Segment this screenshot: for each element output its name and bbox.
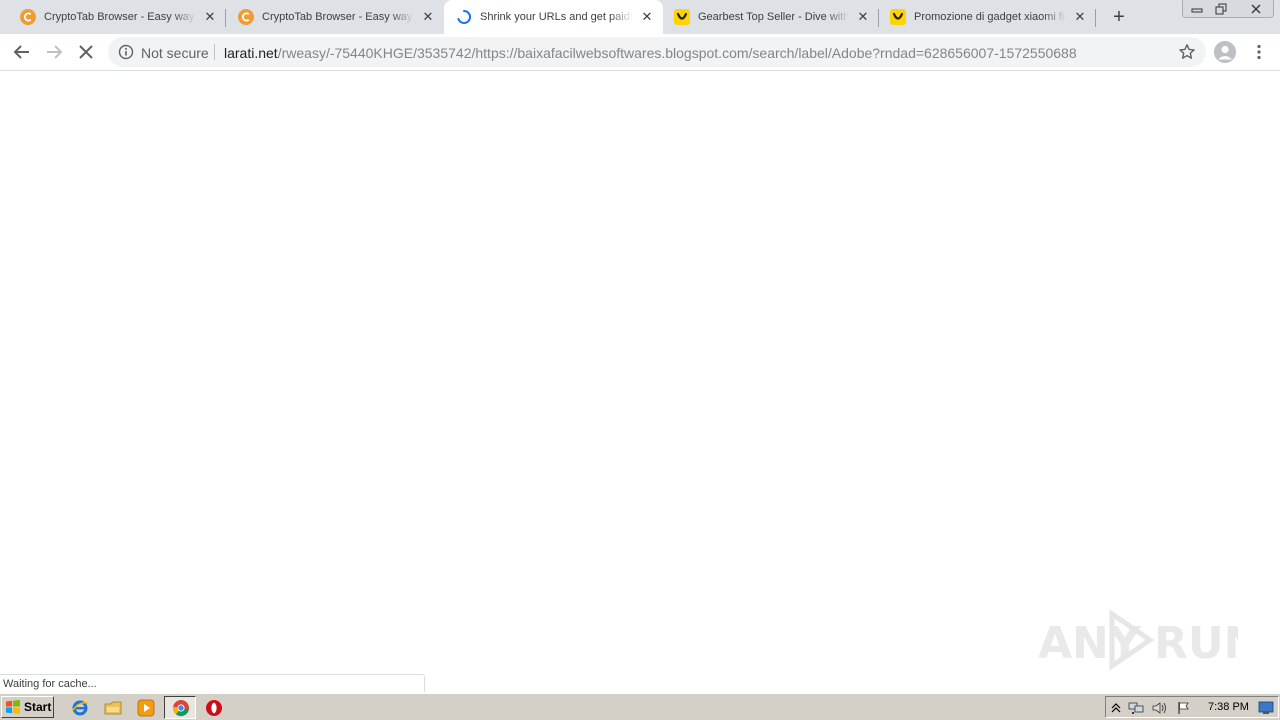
taskbar: Start 7:38 PM xyxy=(0,693,1280,720)
anyrun-watermark: ANY RUN xyxy=(1038,608,1260,672)
tab-shrink-urls[interactable]: Shrink your URLs and get paid! ✕ xyxy=(444,0,663,34)
info-icon[interactable] xyxy=(118,44,134,60)
forward-button[interactable] xyxy=(40,38,68,66)
tab-title: CryptoTab Browser - Easy way to xyxy=(262,11,414,23)
cryptotab-icon xyxy=(238,9,254,25)
url-host: larati.net xyxy=(224,45,278,61)
watermark-text-run: RUN xyxy=(1154,618,1238,669)
stop-x-icon xyxy=(79,45,93,59)
gearbest-icon xyxy=(890,9,906,25)
tab-gearbest-top-seller[interactable]: Gearbest Top Seller - Dive with ✕ xyxy=(663,0,879,34)
opera-icon[interactable] xyxy=(204,698,224,718)
media-player-icon[interactable] xyxy=(136,698,156,718)
close-tab-icon[interactable]: ✕ xyxy=(855,9,871,25)
page-content xyxy=(0,72,1280,692)
windows-logo-icon xyxy=(6,700,20,714)
kebab-menu-icon xyxy=(1257,44,1261,60)
network-icon[interactable] xyxy=(1128,700,1144,716)
tab-title: Gearbest Top Seller - Dive with xyxy=(698,11,849,23)
tab-title: CryptoTab Browser - Easy way to xyxy=(44,11,196,23)
window-controls xyxy=(1182,0,1274,18)
url-separator xyxy=(214,44,215,60)
action-center-flag-icon[interactable] xyxy=(1176,700,1192,716)
close-tab-icon[interactable]: ✕ xyxy=(202,9,218,25)
close-window-button[interactable] xyxy=(1243,1,1269,17)
minimize-button[interactable] xyxy=(1185,1,1209,17)
back-button[interactable] xyxy=(8,38,36,66)
security-label[interactable]: Not secure xyxy=(141,45,209,61)
show-desktop-icon[interactable] xyxy=(1258,700,1274,716)
address-bar[interactable]: Not secure larati.net/rweasy/-75440KHGE/… xyxy=(108,37,1206,67)
start-label: Start xyxy=(24,700,52,714)
volume-icon[interactable] xyxy=(1152,700,1168,716)
tab-strip: CryptoTab Browser - Easy way to ✕ Crypto… xyxy=(0,0,1280,34)
browser-toolbar: Not secure larati.net/rweasy/-75440KHGE/… xyxy=(0,34,1280,71)
close-tab-icon[interactable]: ✕ xyxy=(639,9,655,25)
stop-loading-button[interactable] xyxy=(72,38,100,66)
new-tab-button[interactable]: + xyxy=(1108,6,1130,28)
tab-separator xyxy=(1095,9,1096,27)
url-path: /rweasy/-75440KHGE/3535742/https://baixa… xyxy=(277,45,1077,61)
restore-icon xyxy=(1215,3,1227,15)
status-bubble: Waiting for cache... xyxy=(0,674,425,692)
show-hidden-icons-icon[interactable] xyxy=(1108,700,1124,716)
tab-promozione-xiaomi[interactable]: Promozione di gadget xiaomi finc ✕ xyxy=(879,0,1096,34)
cryptotab-icon xyxy=(20,9,36,25)
start-button[interactable]: Start xyxy=(1,696,54,718)
close-tab-icon[interactable]: ✕ xyxy=(420,9,436,25)
internet-explorer-icon[interactable] xyxy=(70,698,90,718)
loading-spinner-icon xyxy=(456,9,472,25)
minimize-icon xyxy=(1191,8,1203,13)
url-text[interactable]: larati.net/rweasy/-75440KHGE/3535742/htt… xyxy=(224,45,1077,61)
restore-button[interactable] xyxy=(1209,1,1233,17)
chrome-taskbar-button[interactable] xyxy=(164,696,196,719)
forward-arrow-icon xyxy=(47,45,63,59)
file-explorer-icon[interactable] xyxy=(103,698,123,718)
tab-cryptotab-1[interactable]: CryptoTab Browser - Easy way to ✕ xyxy=(0,0,226,34)
close-tab-icon[interactable]: ✕ xyxy=(1072,9,1088,25)
tab-title: Shrink your URLs and get paid! xyxy=(480,11,633,23)
tab-cryptotab-2[interactable]: CryptoTab Browser - Easy way to ✕ xyxy=(218,0,444,34)
system-tray xyxy=(1105,696,1279,718)
bookmark-star-icon[interactable] xyxy=(1178,43,1196,61)
close-window-icon xyxy=(1251,4,1261,14)
back-arrow-icon xyxy=(13,45,29,59)
tab-title: Promozione di gadget xiaomi finc xyxy=(914,11,1066,23)
taskbar-clock[interactable]: 7:38 PM xyxy=(1208,701,1249,713)
gearbest-icon xyxy=(674,9,690,25)
profile-avatar-icon[interactable] xyxy=(1214,41,1236,63)
browser-menu-button[interactable] xyxy=(1250,40,1268,64)
chrome-icon xyxy=(171,698,191,718)
